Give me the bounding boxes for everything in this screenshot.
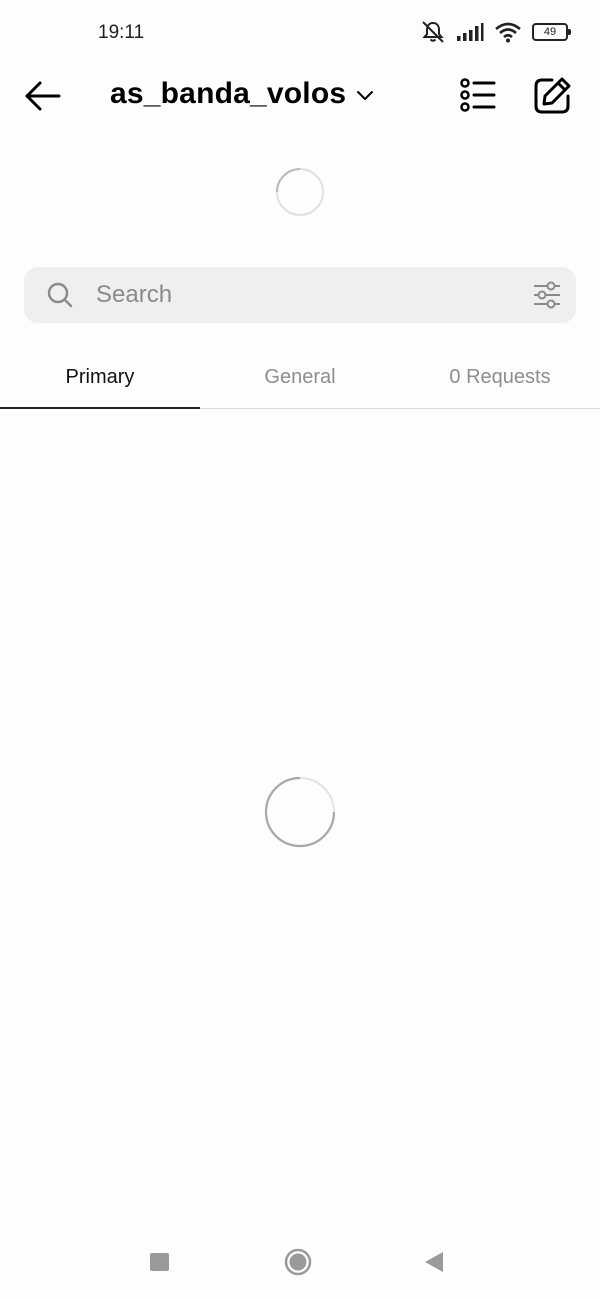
back-arrow-icon — [25, 81, 61, 111]
battery-level: 49 — [543, 26, 557, 38]
filter-icon[interactable] — [532, 280, 562, 310]
tab-requests[interactable]: 0 Requests — [400, 346, 600, 408]
status-icons: 49 — [420, 20, 571, 44]
compose-button[interactable] — [530, 74, 574, 118]
list-button[interactable] — [456, 74, 500, 118]
list-icon — [460, 78, 496, 112]
battery-icon: 49 — [532, 23, 571, 41]
search-bar[interactable] — [24, 267, 576, 323]
tab-primary[interactable]: Primary — [0, 346, 200, 409]
inbox-tabs: Primary General 0 Requests — [0, 346, 600, 409]
chevron-down-icon — [357, 91, 374, 100]
nav-back-icon[interactable] — [424, 1251, 444, 1273]
search-icon — [47, 282, 73, 308]
mute-icon — [422, 21, 444, 43]
inbox-screen: 19:11 49 as_banda_volos Search Primary G… — [0, 0, 600, 1299]
compose-icon — [534, 77, 571, 114]
system-nav-bar — [0, 1222, 600, 1299]
recent-apps-icon[interactable] — [150, 1253, 169, 1271]
account-name: as_banda_volos — [110, 77, 347, 110]
account-switcher[interactable]: as_banda_volos — [110, 77, 374, 111]
wifi-icon — [495, 22, 521, 43]
status-bar: 19:11 49 — [0, 0, 600, 64]
loading-spinner-icon — [264, 776, 336, 848]
signal-icon — [457, 23, 484, 41]
search-input[interactable] — [96, 267, 516, 323]
tab-general[interactable]: General — [200, 346, 400, 408]
inbox-header: as_banda_volos — [0, 64, 600, 128]
home-icon[interactable] — [284, 1248, 312, 1276]
loading-spinner-icon — [276, 168, 324, 216]
back-button[interactable] — [22, 76, 62, 116]
status-time: 19:11 — [98, 22, 145, 43]
